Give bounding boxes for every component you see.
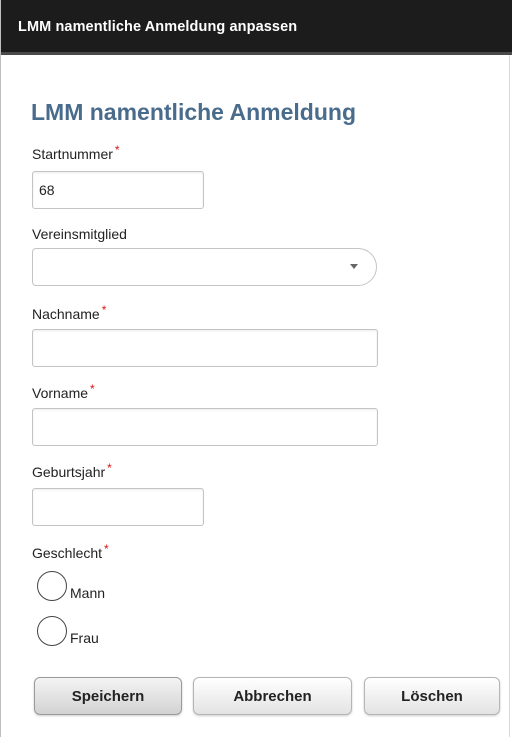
- nachname-label: Nachname *: [32, 303, 107, 322]
- vorname-input[interactable]: [32, 408, 378, 446]
- required-marker: *: [107, 461, 112, 475]
- required-marker: *: [104, 542, 109, 556]
- nachname-input[interactable]: [32, 329, 378, 367]
- startnummer-label-text: Startnummer: [32, 146, 113, 162]
- dialog-titlebar: LMM namentliche Anmeldung anpassen: [1, 0, 512, 55]
- startnummer-label: Startnummer *: [32, 143, 120, 162]
- dialog: LMM namentliche Anmeldung anpassen LMM n…: [0, 0, 512, 737]
- geschlecht-label: Geschlecht *: [32, 542, 109, 561]
- radio-icon[interactable]: [37, 616, 67, 646]
- startnummer-input[interactable]: [32, 171, 204, 209]
- vereinsmitglied-select[interactable]: [32, 248, 377, 286]
- dialog-content: LMM namentliche Anmeldung Startnummer* V…: [1, 55, 512, 737]
- radio-icon[interactable]: [37, 571, 67, 601]
- vorname-label-text: Vorname: [32, 385, 89, 401]
- save-button[interactable]: Speichern: [34, 677, 182, 715]
- delete-button[interactable]: Löschen: [364, 677, 500, 715]
- required-marker: *: [90, 382, 95, 396]
- nachname-label-text: Nachname: [32, 306, 100, 322]
- vereinsmitglied-label-text: Vereinsmitglied: [32, 226, 127, 242]
- dialog-title: LMM namentliche Anmeldung anpassen: [18, 19, 298, 35]
- geschlecht-label-text: Geschlecht: [32, 545, 103, 561]
- radio-label-frau: Frau: [70, 630, 99, 646]
- radio-label-mann: Mann: [70, 585, 106, 601]
- vorname-label: Vorname *: [32, 382, 95, 401]
- required-marker: *: [101, 303, 107, 317]
- geburtsjahr-label: Geburtsjahr *: [32, 461, 112, 480]
- radio-option-frau[interactable]: Frau: [37, 616, 157, 648]
- radio-option-mann[interactable]: Mann: [37, 571, 157, 603]
- cancel-button[interactable]: Abbrechen: [193, 677, 352, 715]
- required-marker: *: [114, 143, 120, 157]
- chevron-down-icon: [350, 264, 358, 269]
- vereinsmitglied-label: Vereinsmitglied: [32, 226, 127, 242]
- geburtsjahr-input[interactable]: [32, 488, 204, 526]
- geburtsjahr-label-text: Geburtsjahr: [32, 464, 106, 480]
- form-heading: LMM namentliche Anmeldung: [31, 99, 356, 125]
